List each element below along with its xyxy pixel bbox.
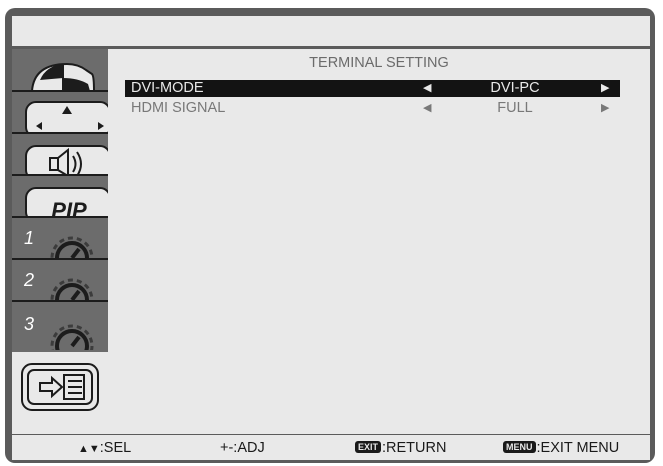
- sel-label: :SEL: [99, 440, 132, 456]
- screen-position-icon: [25, 101, 108, 134]
- audio-icon: [25, 145, 108, 176]
- tab-audio[interactable]: [12, 134, 108, 176]
- right-arrow-icon[interactable]: ▶: [601, 80, 609, 97]
- menu-row-dvi-mode[interactable]: DVI-MODE ◀ DVI-PC ▶: [125, 80, 620, 97]
- config-number: 1: [24, 228, 34, 248]
- tab-config-1[interactable]: 1: [12, 218, 108, 260]
- osd-divider: [12, 428, 650, 434]
- exit-menu-label: :EXIT MENU: [536, 440, 620, 456]
- menu-row-value: DVI-PC: [490, 80, 540, 96]
- menu-title: TERMINAL SETTING: [309, 55, 449, 71]
- adj-hint: +-:ADJ: [220, 440, 265, 456]
- menu-row-label: HDMI SIGNAL: [131, 100, 226, 116]
- pip-label: PIP: [51, 198, 87, 218]
- config-number: 3: [24, 314, 34, 334]
- tab-input[interactable]: [12, 352, 108, 428]
- menu-key-icon: MENU: [503, 441, 536, 453]
- pip-icon: PIP: [25, 187, 108, 218]
- tab-picture[interactable]: [12, 50, 108, 92]
- tab-config-2[interactable]: 2: [12, 260, 108, 302]
- sel-hint: ▲▼:SEL: [78, 440, 131, 456]
- osd-top-bar: [12, 16, 650, 46]
- config-2-icon: 2: [23, 270, 94, 302]
- input-icon: [21, 363, 99, 411]
- tab-config-3[interactable]: 3: [12, 302, 108, 350]
- menu-row-value: FULL: [497, 100, 533, 116]
- left-arrow-icon[interactable]: ◀: [423, 100, 431, 117]
- config-number: 2: [23, 270, 34, 290]
- exit-menu-hint: MENU:EXIT MENU: [503, 440, 619, 456]
- return-label: :RETURN: [382, 440, 447, 456]
- exit-key-icon: EXIT: [355, 441, 382, 453]
- tab-pip[interactable]: PIP: [12, 176, 108, 218]
- menu-row-label: DVI-MODE: [131, 80, 204, 96]
- up-down-arrow-icon: ▲▼: [78, 443, 100, 455]
- menu-row-hdmi-signal[interactable]: HDMI SIGNAL ◀ FULL ▶: [125, 100, 620, 117]
- picture-icon: [30, 62, 96, 92]
- config-1-icon: 1: [24, 228, 94, 260]
- left-arrow-icon[interactable]: ◀: [423, 80, 431, 97]
- return-hint: EXIT:RETURN: [355, 440, 446, 456]
- tab-screen[interactable]: [12, 92, 108, 134]
- right-arrow-icon[interactable]: ▶: [601, 100, 609, 117]
- config-3-icon: 3: [24, 314, 94, 350]
